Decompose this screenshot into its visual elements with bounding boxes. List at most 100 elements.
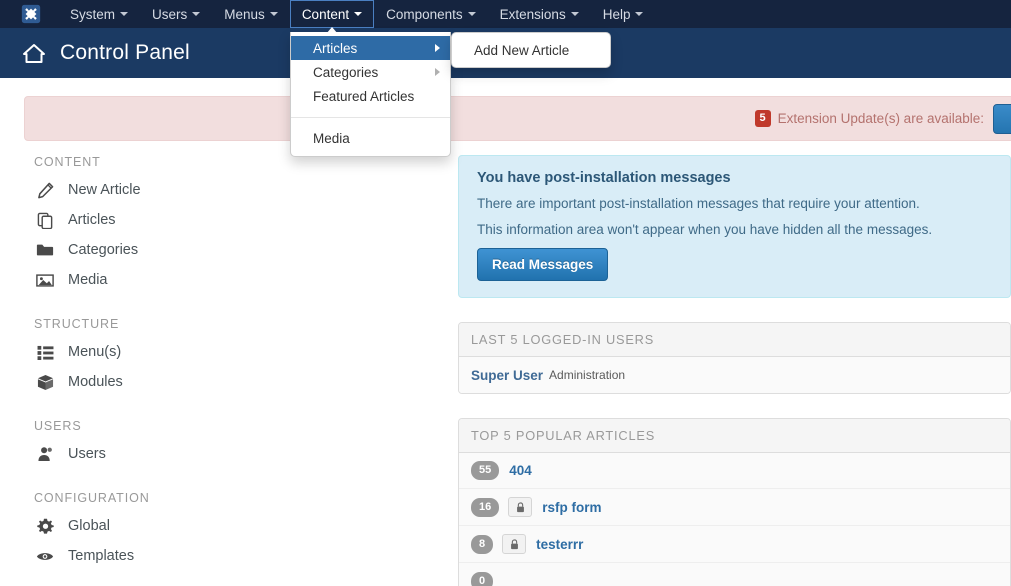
table-row[interactable]: 8 testerrr [459, 526, 1010, 563]
sidebar-heading-users: USERS [34, 419, 82, 433]
sidebar-heading-structure: STRUCTURE [34, 317, 120, 331]
dropdown-item-label: Featured Articles [313, 88, 415, 104]
extension-update-alert: 5 Extension Update(s) are available: [24, 96, 1011, 141]
sidebar-item-label: New Article [68, 182, 141, 198]
sidebar-item-modules[interactable]: Modules [24, 367, 444, 397]
hits-badge: 55 [471, 461, 500, 480]
dropdown-item-media[interactable]: Media [291, 126, 450, 150]
chevron-down-icon [354, 12, 363, 16]
eye-icon [34, 547, 56, 565]
page-title: Control Panel [60, 41, 190, 64]
top-menu-bar: System Users Menus Content Components Ex… [0, 0, 1011, 34]
image-icon [34, 271, 56, 289]
dropdown-item-categories[interactable]: Categories [291, 60, 450, 84]
menu-item-system[interactable]: System [58, 0, 140, 28]
menu-item-content[interactable]: Content [289, 0, 375, 34]
lock-icon [508, 497, 533, 517]
user-name[interactable]: Super User [471, 368, 543, 383]
user-icon [34, 445, 56, 463]
submenu-item-label: Add New Article [474, 42, 570, 58]
sidebar-item-templates[interactable]: Templates [24, 541, 444, 571]
chevron-down-icon [269, 12, 278, 16]
article-title[interactable]: 404 [509, 463, 532, 478]
lock-icon [502, 534, 527, 554]
cube-icon [34, 373, 56, 391]
postinstall-line-1: There are important post-installation me… [477, 196, 920, 211]
hits-badge: 8 [471, 534, 494, 554]
table-row[interactable]: Super User Administration [459, 357, 1010, 393]
dropdown-item-featured-articles[interactable]: Featured Articles [291, 84, 450, 108]
menu-item-menus[interactable]: Menus [212, 0, 290, 28]
menu-item-extensions[interactable]: Extensions [488, 0, 591, 28]
sidebar-heading-configuration: CONFIGURATION [34, 491, 150, 505]
menu-item-label: Extensions [499, 6, 566, 22]
panel-title: LAST 5 LOGGED-IN USERS [459, 323, 1010, 357]
sidebar-item-categories[interactable]: Categories [24, 235, 444, 265]
last-logged-in-users-panel: LAST 5 LOGGED-IN USERS Super User Admini… [458, 322, 1011, 394]
menu-item-users[interactable]: Users [140, 0, 212, 28]
dropdown-item-articles[interactable]: Articles [291, 36, 450, 60]
folder-icon [34, 241, 56, 259]
article-title[interactable]: testerrr [536, 537, 583, 552]
sidebar-item-menus[interactable]: Menu(s) [24, 337, 444, 367]
sidebar-item-label: Categories [68, 242, 139, 258]
sidebar-item-label: Articles [68, 212, 116, 228]
menu-item-label: System [70, 6, 116, 22]
table-row[interactable]: 16 rsfp form [459, 489, 1010, 526]
sidebar-item-users[interactable]: Users [24, 439, 444, 469]
chevron-down-icon [467, 12, 476, 16]
update-action-button[interactable] [993, 103, 1011, 134]
sidebar-heading-content: CONTENT [34, 155, 101, 169]
gear-icon [34, 517, 56, 535]
panel-title: TOP 5 POPULAR ARTICLES [459, 419, 1010, 453]
chevron-right-icon [435, 68, 440, 76]
home-icon [22, 42, 46, 64]
sidebar-item-articles[interactable]: Articles [24, 205, 444, 235]
menu-item-label: Components [386, 6, 463, 22]
list-icon [34, 343, 56, 361]
alert-message: Extension Update(s) are available: [777, 111, 984, 126]
main-content-column: You have post-installation messages Ther… [458, 155, 1011, 586]
hits-badge: 16 [471, 497, 500, 517]
sidebar-item-label: Users [68, 446, 106, 462]
menu-item-label: Users [152, 6, 188, 22]
menu-item-label: Menus [224, 6, 265, 22]
article-title[interactable]: rsfp form [542, 500, 601, 515]
chevron-down-icon [635, 12, 644, 16]
read-messages-button[interactable]: Read Messages [477, 248, 609, 281]
sidebar-item-label: Templates [68, 548, 135, 564]
hits-badge: 0 [471, 571, 494, 586]
postinstall-title: You have post-installation messages [477, 170, 731, 186]
table-row[interactable]: 0 [459, 563, 1010, 586]
dropdown-divider [291, 117, 450, 118]
sidebar-item-label: Menu(s) [68, 344, 122, 360]
dropdown-item-label: Media [313, 130, 350, 146]
copy-icon [34, 211, 56, 229]
sidebar-item-media[interactable]: Media [24, 265, 444, 295]
top-popular-articles-panel: TOP 5 POPULAR ARTICLES 55 404 16 rsfp fo… [458, 418, 1011, 586]
pencil-icon [34, 181, 56, 199]
sidebar-item-label: Modules [68, 374, 123, 390]
menu-item-label: Help [602, 6, 631, 22]
table-row[interactable]: 55 404 [459, 453, 1010, 489]
sidebar: CONTENT New Article Articles Categories … [24, 155, 444, 571]
sidebar-item-label: Global [68, 518, 110, 534]
dropdown-item-label: Articles [313, 40, 358, 56]
sidebar-item-label: Media [68, 272, 108, 288]
joomla-logo-icon[interactable] [20, 3, 42, 25]
sidebar-item-global[interactable]: Global [24, 511, 444, 541]
postinstall-line-2: This information area won't appear when … [477, 222, 933, 237]
sidebar-item-new-article[interactable]: New Article [24, 175, 444, 205]
user-role: Administration [549, 368, 626, 382]
articles-submenu: Add New Article [451, 32, 611, 68]
chevron-right-icon [435, 44, 440, 52]
menu-item-components[interactable]: Components [374, 0, 488, 28]
menu-item-help[interactable]: Help [591, 0, 656, 28]
chevron-down-icon [120, 12, 129, 16]
post-installation-messages-box: You have post-installation messages Ther… [458, 155, 1011, 298]
chevron-down-icon [192, 12, 201, 16]
submenu-item-add-new-article[interactable]: Add New Article [452, 38, 610, 62]
joomla-admin-screen: System Users Menus Content Components Ex… [0, 0, 1011, 586]
menu-item-label: Content [301, 6, 350, 22]
dropdown-item-label: Categories [313, 64, 379, 80]
